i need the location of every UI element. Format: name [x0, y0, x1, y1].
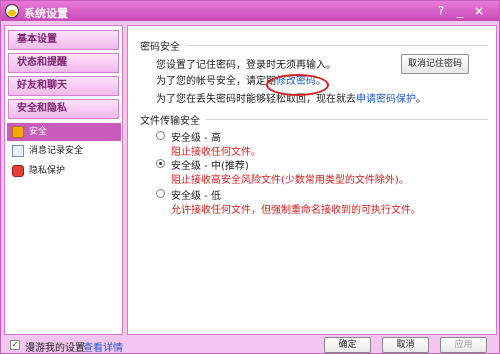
cancel-remember-password-button[interactable]: 取消记住密码 — [401, 54, 469, 74]
sidebar-item-privacy-protection[interactable]: 隐私保护 — [7, 162, 121, 180]
security-level-high-desc: 阻止接收任何文件。 — [171, 147, 261, 158]
change-password-prefix: 为了您的帐号安全，请定期 — [156, 76, 276, 87]
dialog-footer: ✓ 漫游我的设置 查看详情 确定 取消 应用 — [1, 337, 499, 354]
security-level-medium-radio[interactable] — [156, 159, 165, 168]
sidebar-item-security[interactable]: 安全 — [7, 123, 121, 141]
password-protection-prefix: 为了您在丢失密码时能够轻松取回，现在就去 — [156, 94, 356, 105]
minimize-button[interactable]: _ — [452, 3, 468, 19]
apply-password-protection-link[interactable]: 申请密码保护 — [356, 94, 416, 105]
roaming-settings-label: 漫游我的设置 — [25, 343, 85, 354]
category-friends-chat[interactable]: 好友和聊天 — [8, 76, 119, 96]
password-security-title: 密码安全 — [140, 42, 180, 53]
security-level-high-radio[interactable] — [156, 131, 165, 140]
system-settings-window: 系统设置 ? _ × 基本设置 状态和提醒 好友和聊天 安全和隐私 安全 消息记… — [0, 0, 500, 354]
category-basic-settings[interactable]: 基本设置 — [8, 30, 119, 50]
title-bar: 系统设置 ? _ × — [1, 1, 499, 21]
sidebar-item-label: 消息记录安全 — [29, 146, 84, 156]
sidebar-item-label: 安全 — [29, 127, 48, 137]
message-log-icon — [12, 145, 24, 157]
lock-icon — [12, 126, 24, 138]
security-level-high-title: 安全级 - 高 — [171, 133, 221, 144]
section-divider — [206, 119, 488, 120]
window-title: 系统设置 — [24, 7, 68, 20]
security-level-medium-desc: 阻止接收高安全风险文件(少数常用类型的文件除外)。 — [171, 175, 409, 186]
sidebar-item-label: 隐私保护 — [29, 166, 66, 176]
security-level-low-radio[interactable] — [156, 189, 165, 198]
category-status-alerts[interactable]: 状态和提醒 — [8, 53, 119, 73]
password-remembered-text: 您设置了记住密码，登录时无须再输入。 — [156, 60, 336, 71]
settings-content: 密码安全 您设置了记住密码，登录时无须再输入。 取消记住密码 为了您的帐号安全，… — [127, 25, 497, 335]
ok-button[interactable]: 确定 — [324, 337, 371, 353]
help-button[interactable]: ? — [433, 3, 449, 19]
qq-penguin-icon — [5, 4, 19, 18]
roaming-settings-checkbox[interactable]: ✓ — [10, 340, 20, 350]
password-protection-suffix: 。 — [416, 94, 426, 105]
close-button[interactable]: × — [471, 3, 487, 19]
security-level-low-desc: 允许接收任何文件，但强制重命名接收到的可执行文件。 — [171, 205, 421, 216]
privacy-icon — [12, 165, 24, 177]
settings-sidebar: 基本设置 状态和提醒 好友和聊天 安全和隐私 安全 消息记录安全 隐私保护 — [4, 25, 123, 335]
cancel-button[interactable]: 取消 — [382, 337, 429, 353]
security-level-low-title: 安全级 - 低 — [171, 191, 221, 202]
security-level-medium-title: 安全级 - 中(推荐) — [171, 161, 249, 172]
sidebar-item-message-history-security[interactable]: 消息记录安全 — [7, 142, 121, 160]
view-details-link[interactable]: 查看详情 — [83, 339, 123, 354]
file-transfer-security-title: 文件传输安全 — [140, 116, 200, 127]
section-divider — [188, 45, 488, 46]
category-security-privacy[interactable]: 安全和隐私 — [8, 99, 119, 119]
apply-button[interactable]: 应用 — [440, 337, 487, 353]
highlight-oval-annotation — [266, 74, 329, 96]
